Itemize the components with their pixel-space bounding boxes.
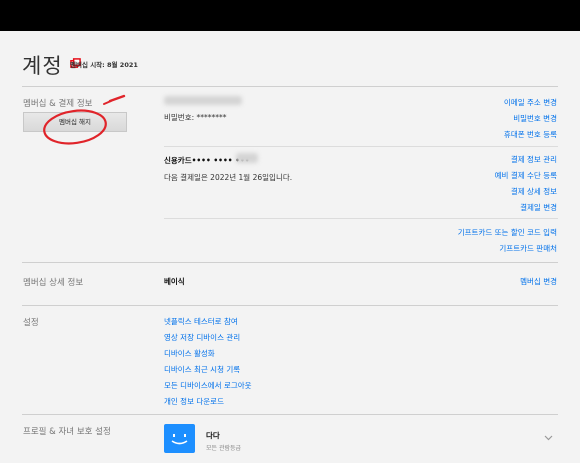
plan-details-label: 멤버십 상세 정보 <box>23 278 84 288</box>
settings-link-tester[interactable]: 넷플릭스 테스터로 참여 <box>164 316 238 327</box>
next-billing-text: 다음 결제일은 2022년 1월 26일입니다. <box>164 173 293 182</box>
membership-billing-label: 멤버십 & 결제 정보 <box>23 99 93 109</box>
backup-payment-link[interactable]: 예비 결제 수단 등록 <box>495 170 557 181</box>
redeem-gift-link[interactable]: 기프트카드 또는 할인 코드 입력 <box>458 227 557 238</box>
password-text: 비밀번호: ******** <box>164 113 227 122</box>
change-email-link[interactable]: 이메일 주소 변경 <box>504 97 557 108</box>
page-title: 계정 <box>22 54 63 78</box>
cancel-membership-button[interactable]: 멤버십 해지 <box>23 112 127 132</box>
change-billing-day-link[interactable]: 결제일 변경 <box>520 202 557 213</box>
card-redacted <box>236 153 258 163</box>
member-since-badge: 멤버십 시작: 8월 2021 <box>70 58 138 69</box>
divider <box>22 262 558 263</box>
email-redacted <box>164 96 242 105</box>
chevron-down-icon[interactable] <box>543 432 554 443</box>
settings-label: 설정 <box>23 318 39 328</box>
settings-link-activate-device[interactable]: 디바이스 활성화 <box>164 348 215 359</box>
settings-link-sign-out-all[interactable]: 모든 디바이스에서 로그아웃 <box>164 380 252 391</box>
change-password-link[interactable]: 비밀번호 변경 <box>513 113 557 124</box>
top-nav-bar <box>0 0 580 31</box>
manage-payment-link[interactable]: 결제 정보 관리 <box>511 154 557 165</box>
settings-link-recent-activity[interactable]: 디바이스 최근 시청 기록 <box>164 364 240 375</box>
divider <box>22 414 558 415</box>
profiles-label: 프로필 & 자녀 보호 설정 <box>23 427 111 437</box>
divider <box>164 218 558 219</box>
change-plan-link[interactable]: 멤버십 변경 <box>520 276 557 287</box>
divider <box>22 305 558 306</box>
gift-card-store-link[interactable]: 기프트카드 판매처 <box>499 243 557 254</box>
plan-name: 베이식 <box>164 277 185 286</box>
member-since-text: 멤버십 시작: 8월 2021 <box>70 60 138 69</box>
profile-name: 다다 <box>206 431 220 440</box>
settings-link-download-devices[interactable]: 영상 저장 디바이스 관리 <box>164 332 240 343</box>
smiley-face-icon <box>171 434 188 445</box>
profile-avatar[interactable] <box>164 424 195 453</box>
divider <box>164 146 558 147</box>
settings-link-download-info[interactable]: 개인 정보 다운로드 <box>164 396 224 407</box>
profile-rating: 모든 관람등급 <box>206 445 242 452</box>
register-phone-link[interactable]: 휴대폰 번호 등록 <box>504 129 557 140</box>
billing-details-link[interactable]: 결제 상세 정보 <box>511 186 557 197</box>
divider <box>22 86 558 87</box>
